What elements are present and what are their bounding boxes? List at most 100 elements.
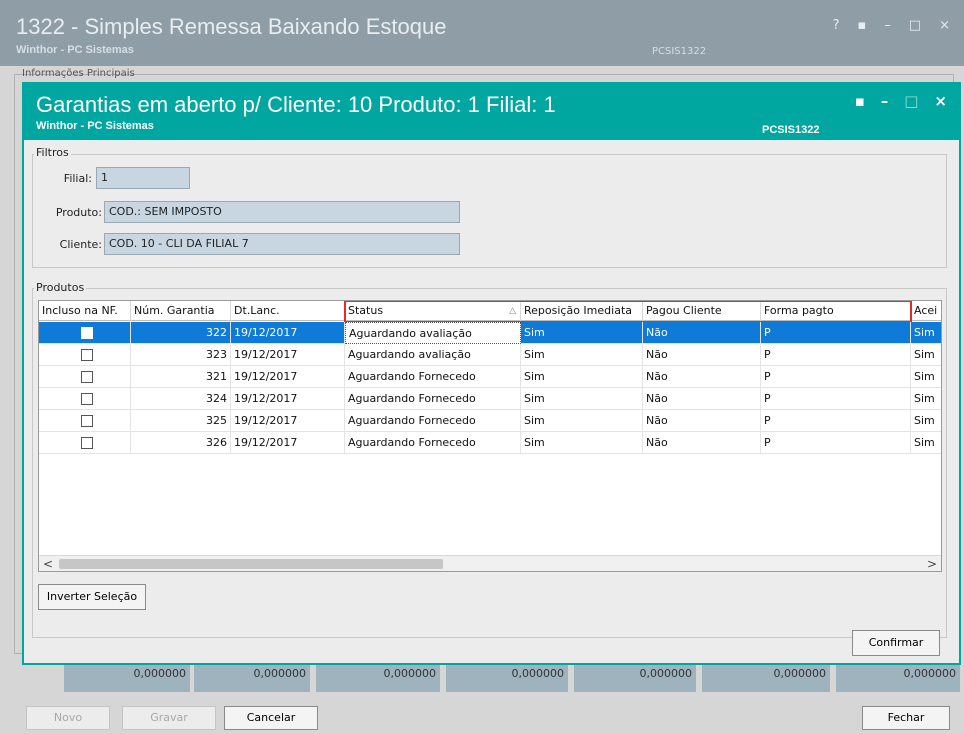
dialog-subtitle: Winthor - PC Sistemas <box>36 120 154 132</box>
cell-incluso <box>39 344 131 366</box>
cell-reposicao: Sim <box>521 344 643 366</box>
cell-aceite: Sim <box>911 344 941 366</box>
cell-status: Aguardando avaliação <box>345 344 521 366</box>
table-row[interactable]: 326 19/12/2017 Aguardando Fornecedo Sim Não P… <box>39 432 941 454</box>
main-window-subtitle: Winthor - PC Sistemas <box>16 44 134 56</box>
incluso-checkbox[interactable] <box>81 393 93 405</box>
cell-reposicao: Sim <box>521 432 643 454</box>
produto-field[interactable]: COD.: SEM IMPOSTO <box>104 201 460 223</box>
produto-label: Produto: <box>55 206 102 219</box>
cell-forma-pagto: P <box>761 410 911 432</box>
cell-status: Aguardando Fornecedo <box>345 432 521 454</box>
sort-ascending-icon: △ <box>509 306 516 316</box>
filial-field[interactable]: 1 <box>96 167 190 189</box>
products-group-label: Produtos <box>34 281 87 294</box>
cell-reposicao: Sim <box>521 388 643 410</box>
table-row[interactable]: 321 19/12/2017 Aguardando Fornecedo Sim Não P… <box>39 366 941 388</box>
table-row[interactable]: 324 19/12/2017 Aguardando Fornecedo Sim Não P… <box>39 388 941 410</box>
gravar-button[interactable]: Gravar <box>122 706 216 730</box>
restore-icon[interactable]: ▪ <box>855 92 865 110</box>
cell-num-garantia: 323 <box>131 344 231 366</box>
cliente-field[interactable]: COD. 10 - CLI DA FILIAL 7 <box>104 233 460 255</box>
help-icon[interactable]: ? <box>833 18 840 33</box>
cell-aceite: Sim <box>911 432 941 454</box>
column-header-pagou-cliente[interactable]: Pagou Cliente <box>643 301 761 321</box>
cell-dt-lanc: 19/12/2017 <box>231 388 345 410</box>
garantias-dialog: Garantias em aberto p/ Cliente: 10 Produ… <box>22 82 961 665</box>
restore-icon[interactable]: ▪ <box>857 18 866 33</box>
cell-forma-pagto: P <box>761 388 911 410</box>
main-info-group-label: Informações Principais <box>22 68 135 79</box>
cell-status: Aguardando avaliação <box>345 322 521 344</box>
table-row[interactable]: 325 19/12/2017 Aguardando Fornecedo Sim Não P… <box>39 410 941 432</box>
column-header-status-label: Status <box>348 304 384 317</box>
incluso-checkbox[interactable] <box>81 349 93 361</box>
close-icon[interactable]: × <box>934 92 947 110</box>
dialog-body: Filtros Filial: 1 Produto: COD.: SEM IMP… <box>24 140 959 663</box>
scroll-right-icon[interactable]: > <box>925 556 939 571</box>
cell-forma-pagto: P <box>761 322 911 344</box>
dialog-controls: ▪ – □ × <box>855 92 947 110</box>
cell-forma-pagto: P <box>761 366 911 388</box>
cell-dt-lanc: 19/12/2017 <box>231 322 345 344</box>
main-window-title: 1322 - Simples Remessa Baixando Estoque <box>16 14 447 39</box>
scroll-left-icon[interactable]: < <box>41 556 55 571</box>
total-cell: 0,000000 <box>64 664 190 692</box>
table-header: Incluso na NF. Núm. Garantia Dt.Lanc. St… <box>39 301 941 321</box>
cell-pagou-cliente: Não <box>643 410 761 432</box>
table-row[interactable]: 323 19/12/2017 Aguardando avaliação Sim Não P… <box>39 344 941 366</box>
inverter-selecao-button[interactable]: Inverter Seleção <box>38 584 146 610</box>
incluso-checkbox[interactable] <box>81 415 93 427</box>
maximize-icon[interactable]: □ <box>904 92 918 110</box>
cell-incluso <box>39 432 131 454</box>
cell-incluso <box>39 410 131 432</box>
cancelar-button[interactable]: Cancelar <box>224 706 318 730</box>
incluso-checkbox[interactable] <box>81 437 93 449</box>
minimize-icon[interactable]: – <box>881 92 889 110</box>
incluso-checkbox[interactable] <box>81 327 93 339</box>
close-icon[interactable]: × <box>939 18 950 33</box>
column-header-num-garantia[interactable]: Núm. Garantia <box>131 301 231 321</box>
maximize-icon[interactable]: □ <box>909 18 921 33</box>
cell-num-garantia: 325 <box>131 410 231 432</box>
horizontal-scrollbar[interactable]: < > <box>39 555 941 571</box>
cell-incluso <box>39 366 131 388</box>
cell-reposicao: Sim <box>521 410 643 432</box>
cell-incluso <box>39 322 131 344</box>
bottom-toolbar: Novo Gravar Cancelar Fechar <box>0 700 964 734</box>
column-header-dt-lanc[interactable]: Dt.Lanc. <box>231 301 345 321</box>
cell-aceite: Sim <box>911 322 941 344</box>
cell-forma-pagto: P <box>761 344 911 366</box>
fechar-button[interactable]: Fechar <box>862 706 950 730</box>
cell-status: Aguardando Fornecedo <box>345 366 521 388</box>
main-window-titlebar: 1322 - Simples Remessa Baixando Estoque … <box>0 0 964 66</box>
total-cell: 0,000000 <box>446 664 568 692</box>
cell-pagou-cliente: Não <box>643 366 761 388</box>
cell-dt-lanc: 19/12/2017 <box>231 432 345 454</box>
novo-button[interactable]: Novo <box>26 706 110 730</box>
column-header-aceite[interactable]: Acei <box>911 301 941 321</box>
total-cell: 0,000000 <box>316 664 440 692</box>
column-header-reposicao[interactable]: Reposição Imediata <box>521 301 643 321</box>
filters-group-label: Filtros <box>34 146 71 159</box>
cell-aceite: Sim <box>911 366 941 388</box>
column-header-status[interactable]: Status △ <box>345 301 521 321</box>
total-cell: 0,000000 <box>702 664 830 692</box>
cell-pagou-cliente: Não <box>643 388 761 410</box>
total-cell: 0,000000 <box>836 664 960 692</box>
cell-pagou-cliente: Não <box>643 322 761 344</box>
table-row[interactable]: 322 19/12/2017 Aguardando avaliação Sim Não P… <box>39 322 941 344</box>
cell-forma-pagto: P <box>761 432 911 454</box>
cell-num-garantia: 321 <box>131 366 231 388</box>
cell-pagou-cliente: Não <box>643 432 761 454</box>
minimize-icon[interactable]: – <box>884 18 891 33</box>
column-header-incluso[interactable]: Incluso na NF. <box>39 301 131 321</box>
incluso-checkbox[interactable] <box>81 371 93 383</box>
column-header-forma-pagto[interactable]: Forma pagto <box>761 301 911 321</box>
confirmar-button[interactable]: Confirmar <box>852 630 940 656</box>
scrollbar-thumb[interactable] <box>59 559 443 569</box>
filial-label: Filial: <box>63 172 92 185</box>
cell-reposicao: Sim <box>521 366 643 388</box>
cell-num-garantia: 322 <box>131 322 231 344</box>
main-window-code: PCSIS1322 <box>652 46 707 57</box>
